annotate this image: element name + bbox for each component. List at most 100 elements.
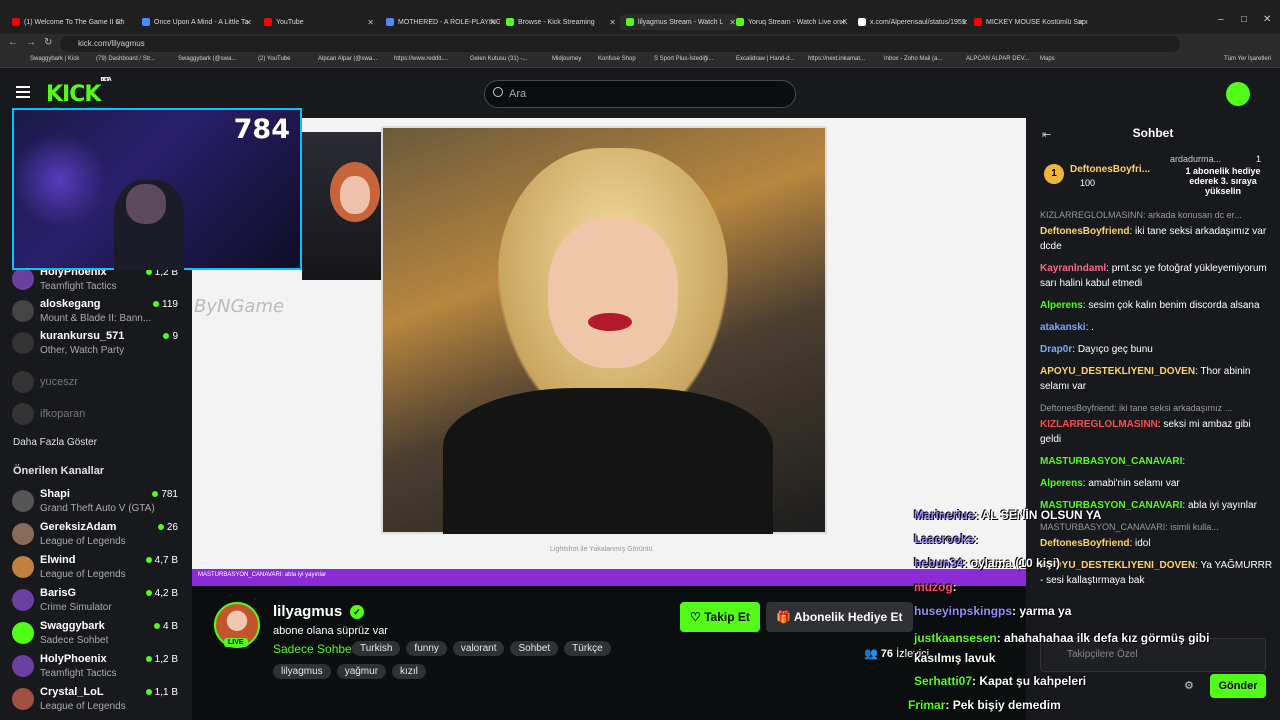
tab-close-icon[interactable]: ✕ [1077,18,1084,27]
chat-username[interactable]: Alperens [1040,478,1083,489]
tab-close-icon[interactable]: ✕ [609,18,616,27]
tab-close-icon[interactable]: ✕ [839,18,846,27]
bookmark-item[interactable]: (2) YouTube [258,56,290,62]
bookmark-item[interactable]: Swaggybark | Kick [30,56,79,62]
stream-tag[interactable]: valorant [452,641,505,656]
user-avatar[interactable] [1226,82,1250,106]
stream-tag[interactable]: Turkish [352,641,401,656]
show-more-link[interactable]: Daha Fazla Göster [13,437,97,448]
bookmark-item[interactable]: Gelen Kutusu (31) -... [470,56,527,62]
menu-icon[interactable] [16,86,30,98]
browser-tab[interactable]: lilyagmus Stream - Watch L ✕ [620,14,740,30]
chat-username[interactable]: MASTURBASYON_CANAVARI [1040,456,1182,467]
chat-message: DeftonesBoyfriend: idol [1040,536,1274,551]
sidebar-channel[interactable]: Crystal_LoL League of Legends 1,1 B [12,686,184,716]
bookmark-item[interactable]: Swaggybark (@swa... [178,56,236,62]
stream-tag[interactable]: yağmur [336,664,387,679]
kick-logo[interactable]: KICKBETA [46,77,112,107]
maximize-icon[interactable]: □ [1241,14,1247,25]
forward-icon[interactable]: → [26,37,36,48]
live-dot-icon [153,623,160,629]
stream-category[interactable]: Sadece Sohbet [273,642,355,656]
stream-tag[interactable]: kızıl [392,664,426,679]
tab-close-icon[interactable]: ✕ [961,18,968,27]
browser-tab[interactable]: MOTHERED - A ROLE-PLAYING ✕ [380,14,500,30]
live-dot-icon [145,656,152,662]
close-window-icon[interactable]: ✕ [1263,14,1271,25]
channel-viewers: 119 [153,299,178,310]
chat-username[interactable]: KIZLARREGLOLMASINN [1040,419,1158,430]
bookmark-item[interactable]: Maps [1040,56,1055,62]
minimize-icon[interactable]: – [1218,14,1224,25]
bookmark-item[interactable]: https://next.inkamat... [808,56,865,62]
sidebar-channel[interactable]: kurankursu_571 Other, Watch Party 9 [12,330,184,360]
tab-close-icon[interactable]: ✕ [115,18,122,27]
follow-button[interactable]: ♡ Takip Et [680,602,760,632]
sidebar-channel[interactable]: BarisG Crime Simulator 4,2 B [12,587,184,617]
chat-username[interactable]: atakanski [1040,322,1086,333]
chat-text: Dayıço geç bunu [1077,344,1153,355]
chat-username[interactable]: Drap0r [1040,344,1072,355]
second-gifter: ardadurma... [1170,154,1222,164]
gift-sub-button[interactable]: 🎁 Abonelik Hediye Et [766,602,913,632]
bookmark-item[interactable]: Excalidraw | Hand-d... [736,56,795,62]
browser-tab[interactable]: Once Upon A Mind - A Little Ta ✕ [136,14,256,30]
bookmark-item[interactable]: https://www.reddit.... [394,56,448,62]
chat-colon: : [1182,456,1186,467]
sidebar-channel-offline[interactable]: ifkoparan [12,401,184,431]
chat-username[interactable]: DeftonesBoyfriend [1040,226,1129,237]
send-button[interactable]: Gönder [1210,674,1266,698]
stream-tag[interactable]: Sohbet [510,641,559,656]
tab-close-icon[interactable]: ✕ [245,18,252,27]
browser-tab[interactable]: YouTube ✕ [258,14,378,30]
overlay-username: Frimar [908,698,946,712]
bookmark-item[interactable]: Midjourney [552,56,581,62]
video-player[interactable]: ByNGame Lightshot ile Yakalanmış Görüntü… [192,118,1026,586]
back-icon[interactable]: ← [8,37,18,48]
live-dot-icon [152,491,159,497]
chat-username[interactable]: APOYU_DESTEKLIYENI_DOVEN [1040,560,1195,571]
search-input[interactable]: Ara [484,80,796,108]
sidebar-channel[interactable]: Shapi Grand Theft Auto V (GTA) 781 [12,488,184,518]
channel-name: yuceszr [40,376,78,388]
tab-close-icon[interactable]: ✕ [367,18,374,27]
url-field[interactable]: kick.com/lilyagmus [60,36,1180,52]
channel-name: ifkoparan [40,408,86,420]
stream-tag[interactable]: funny [406,641,447,656]
tab-close-icon[interactable]: ✕ [489,18,496,27]
streamer-name[interactable]: lilyagmus [273,603,342,620]
browser-tab[interactable]: Browse - Kick Streaming ✕ [500,14,620,30]
bookmark-item[interactable]: (79) Dashboard / Str... [96,56,155,62]
channel-name: aloskegang [40,298,101,310]
chat-settings-icon[interactable]: ⚙ [1184,679,1194,692]
browser-tab[interactable]: MICKEY MOUSE Kostümlü Sapı ✕ [968,14,1088,30]
browser-tab[interactable]: Yoruq Stream - Watch Live on K ✕ [730,14,850,30]
chat-username[interactable]: APOYU_DESTEKLIYENI_DOVEN [1040,366,1195,377]
sidebar-channel[interactable]: HolyPhoenix Teamfight Tactics 1,2 B [12,266,184,296]
chat-username[interactable]: Alperens [1040,300,1083,311]
sidebar-channel-offline[interactable]: yuceszr [12,369,184,399]
sidebar-channel[interactable]: Swaggybark Sadece Sohbet 4 B [12,620,184,650]
bookmark-item[interactable]: Alpcan Alpar (@swa... [318,56,377,62]
stream-tag[interactable]: lilyagmus [273,664,331,679]
channel-viewers: 4 B [153,621,178,632]
channel-name: Elwind [40,554,76,566]
bookmark-item[interactable]: Konfuse Shop [598,56,636,62]
bookmark-item[interactable]: Inbox - Zoho Mail (a... [884,56,942,62]
sidebar-channel[interactable]: HolyPhoenix Teamfight Tactics 1,2 B [12,653,184,683]
sidebar-channel[interactable]: Elwind League of Legends 4,7 B [12,554,184,584]
browser-tab[interactable]: (1) Welcome To The Game II Ch ✕ [6,14,126,30]
bookmark-item[interactable]: Tüm Yer İşaretleri [1224,56,1271,62]
browser-tab[interactable]: x.com/Alperensaul/status/1959 ✕ [852,14,972,30]
sidebar-channel[interactable]: GereksizAdam League of Legends 26 [12,521,184,551]
bookmark-item[interactable]: S Sport Plus-İstediği... [654,56,713,62]
sidebar-channel[interactable]: aloskegang Mount & Blade II: Bann... 119 [12,298,184,328]
channel-game: Other, Watch Party [40,345,125,356]
bookmark-item[interactable]: ALPCAN ALPAR DEV... [966,56,1029,62]
chat-username[interactable]: Kayranlndaml [1040,263,1106,274]
overlay-text: : Pek bişiy demedim [945,698,1061,712]
chat-username[interactable]: DeftonesBoyfriend [1040,538,1129,549]
reload-icon[interactable]: ↻ [44,37,52,48]
viewer-number: 119 [162,299,178,310]
stream-tag[interactable]: Türkçe [564,641,611,656]
